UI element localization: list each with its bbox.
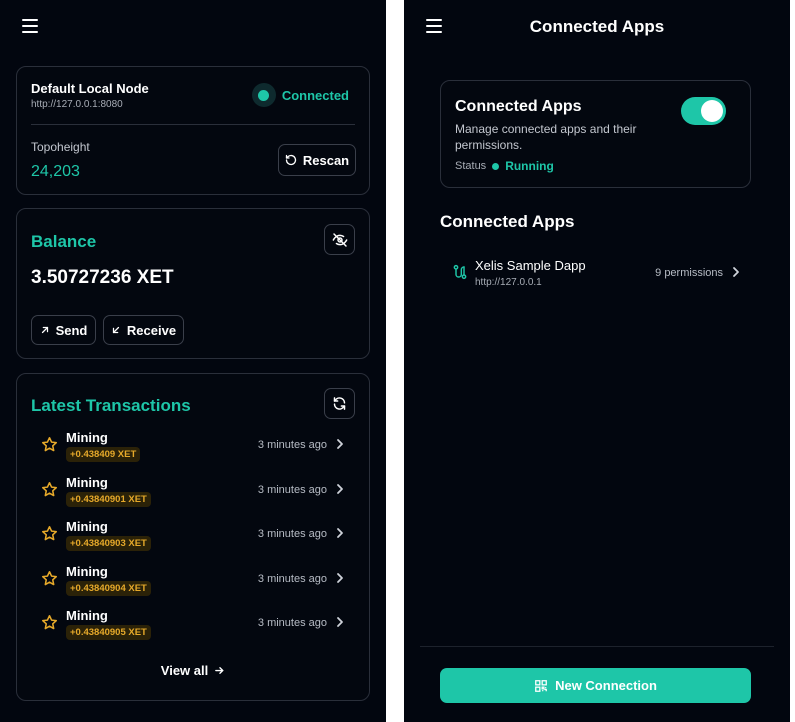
service-toggle[interactable] bbox=[681, 97, 726, 125]
chevron-right-icon bbox=[733, 267, 739, 277]
app-list-item[interactable]: Xelis Sample Dapp http://127.0.0.1 9 per… bbox=[440, 252, 751, 296]
transaction-type: Mining bbox=[66, 519, 108, 535]
transaction-amount: +0.43840905 XET bbox=[66, 625, 151, 641]
arrow-up-right-icon bbox=[41, 326, 48, 334]
transaction-amount: +0.43840904 XET bbox=[66, 580, 151, 596]
transaction-type: Mining bbox=[66, 430, 108, 445]
transaction-type: Mining bbox=[66, 608, 108, 624]
transactions-title: Latest Transactions bbox=[31, 396, 191, 415]
star-icon bbox=[41, 436, 58, 452]
node-status: Connected bbox=[251, 83, 349, 107]
transaction-type: Mining bbox=[66, 563, 108, 579]
star-icon bbox=[41, 526, 58, 541]
topoheight-label: Topoheight bbox=[31, 140, 90, 154]
transactions-card: Latest Transactions Mining +0.438409 XET… bbox=[16, 373, 370, 701]
transaction-time: 3 minutes ago bbox=[257, 439, 327, 451]
app-name: Xelis Sample Dapp bbox=[475, 258, 586, 273]
section-title: Connected Apps bbox=[440, 212, 575, 231]
rescan-button[interactable]: Rescan bbox=[278, 144, 356, 176]
service-description: Manage connected apps and their permissi… bbox=[455, 122, 637, 152]
transaction-time: 3 minutes ago bbox=[257, 617, 327, 630]
service-status-value: Running bbox=[505, 159, 554, 173]
transaction-time: 3 minutes ago bbox=[257, 572, 327, 585]
chevron-right-icon bbox=[337, 617, 343, 628]
view-all-link[interactable]: View all bbox=[17, 663, 369, 678]
star-icon bbox=[41, 481, 58, 496]
refresh-icon bbox=[333, 397, 346, 410]
view-all-label: View all bbox=[160, 663, 209, 678]
service-title: Connected Apps bbox=[455, 98, 582, 115]
route-icon bbox=[453, 264, 467, 280]
new-connection-button[interactable]: New Connection bbox=[440, 668, 751, 703]
star-icon bbox=[41, 615, 58, 630]
page-title: Connected Apps bbox=[529, 17, 665, 36]
chevron-right-icon bbox=[337, 528, 343, 539]
balance-card: Balance 3.50727236 XET Send Receive bbox=[16, 208, 370, 359]
balance-title: Balance bbox=[31, 232, 97, 251]
service-status: Status Running bbox=[455, 159, 554, 173]
transaction-amount: +0.43840901 XET bbox=[66, 491, 151, 507]
node-card: Default Local Node http://127.0.0.1:8080… bbox=[16, 66, 370, 195]
node-url: http://127.0.0.1:8080 bbox=[31, 99, 123, 110]
arrow-right-icon bbox=[215, 667, 224, 674]
service-status-label: Status bbox=[455, 160, 487, 172]
chevron-right-icon bbox=[337, 483, 343, 494]
transaction-row[interactable]: Mining +0.43840905 XET 3 minutes ago bbox=[17, 603, 369, 648]
receive-button[interactable]: Receive bbox=[103, 315, 184, 345]
wallet-home-screen: Default Local Node http://127.0.0.1:8080… bbox=[0, 0, 386, 722]
eye-off-icon bbox=[332, 232, 347, 247]
transaction-row[interactable]: Mining +0.438409 XET 3 minutes ago bbox=[17, 425, 369, 470]
transaction-list: Mining +0.438409 XET 3 minutes ago Minin… bbox=[17, 425, 369, 648]
node-status-text: Connected bbox=[281, 87, 349, 103]
transaction-time: 3 minutes ago bbox=[257, 528, 327, 541]
transaction-type: Mining bbox=[66, 474, 108, 490]
refresh-transactions-button[interactable] bbox=[324, 388, 355, 419]
transaction-amount: +0.438409 XET bbox=[66, 447, 141, 462]
arrow-down-left-icon bbox=[112, 326, 120, 334]
balance-amount: 3.50727236 XET bbox=[31, 267, 174, 288]
qr-code-icon bbox=[535, 679, 547, 692]
transaction-amount: +0.43840903 XET bbox=[66, 536, 151, 552]
menu-icon[interactable] bbox=[22, 19, 38, 33]
new-connection-label: New Connection bbox=[555, 678, 657, 693]
connected-apps-service-card: Connected Apps Manage connected apps and… bbox=[440, 80, 751, 188]
transaction-time: 3 minutes ago bbox=[257, 483, 327, 496]
topoheight-value: 24,203 bbox=[31, 163, 80, 180]
connected-apps-screen: Connected Apps Connected Apps Manage con… bbox=[404, 0, 790, 722]
transaction-row[interactable]: Mining +0.43840901 XET 3 minutes ago bbox=[17, 470, 369, 515]
hide-balance-button[interactable] bbox=[324, 224, 355, 255]
chevron-right-icon bbox=[337, 439, 343, 449]
divider bbox=[420, 646, 774, 647]
rescan-label: Rescan bbox=[302, 152, 350, 168]
divider bbox=[31, 124, 355, 125]
send-label: Send bbox=[55, 322, 88, 338]
status-dot bbox=[492, 162, 500, 170]
chevron-right-icon bbox=[337, 572, 343, 583]
send-button[interactable]: Send bbox=[31, 315, 96, 345]
node-name: Default Local Node bbox=[31, 81, 149, 96]
star-icon bbox=[41, 570, 58, 586]
app-url: http://127.0.0.1 bbox=[475, 277, 542, 288]
receive-label: Receive bbox=[126, 322, 177, 338]
transaction-row[interactable]: Mining +0.43840904 XET 3 minutes ago bbox=[17, 559, 369, 604]
transaction-row[interactable]: Mining +0.43840903 XET 3 minutes ago bbox=[17, 514, 369, 559]
app-permissions: 9 permissions bbox=[655, 267, 723, 279]
status-indicator bbox=[251, 83, 276, 107]
refresh-icon bbox=[285, 154, 297, 166]
